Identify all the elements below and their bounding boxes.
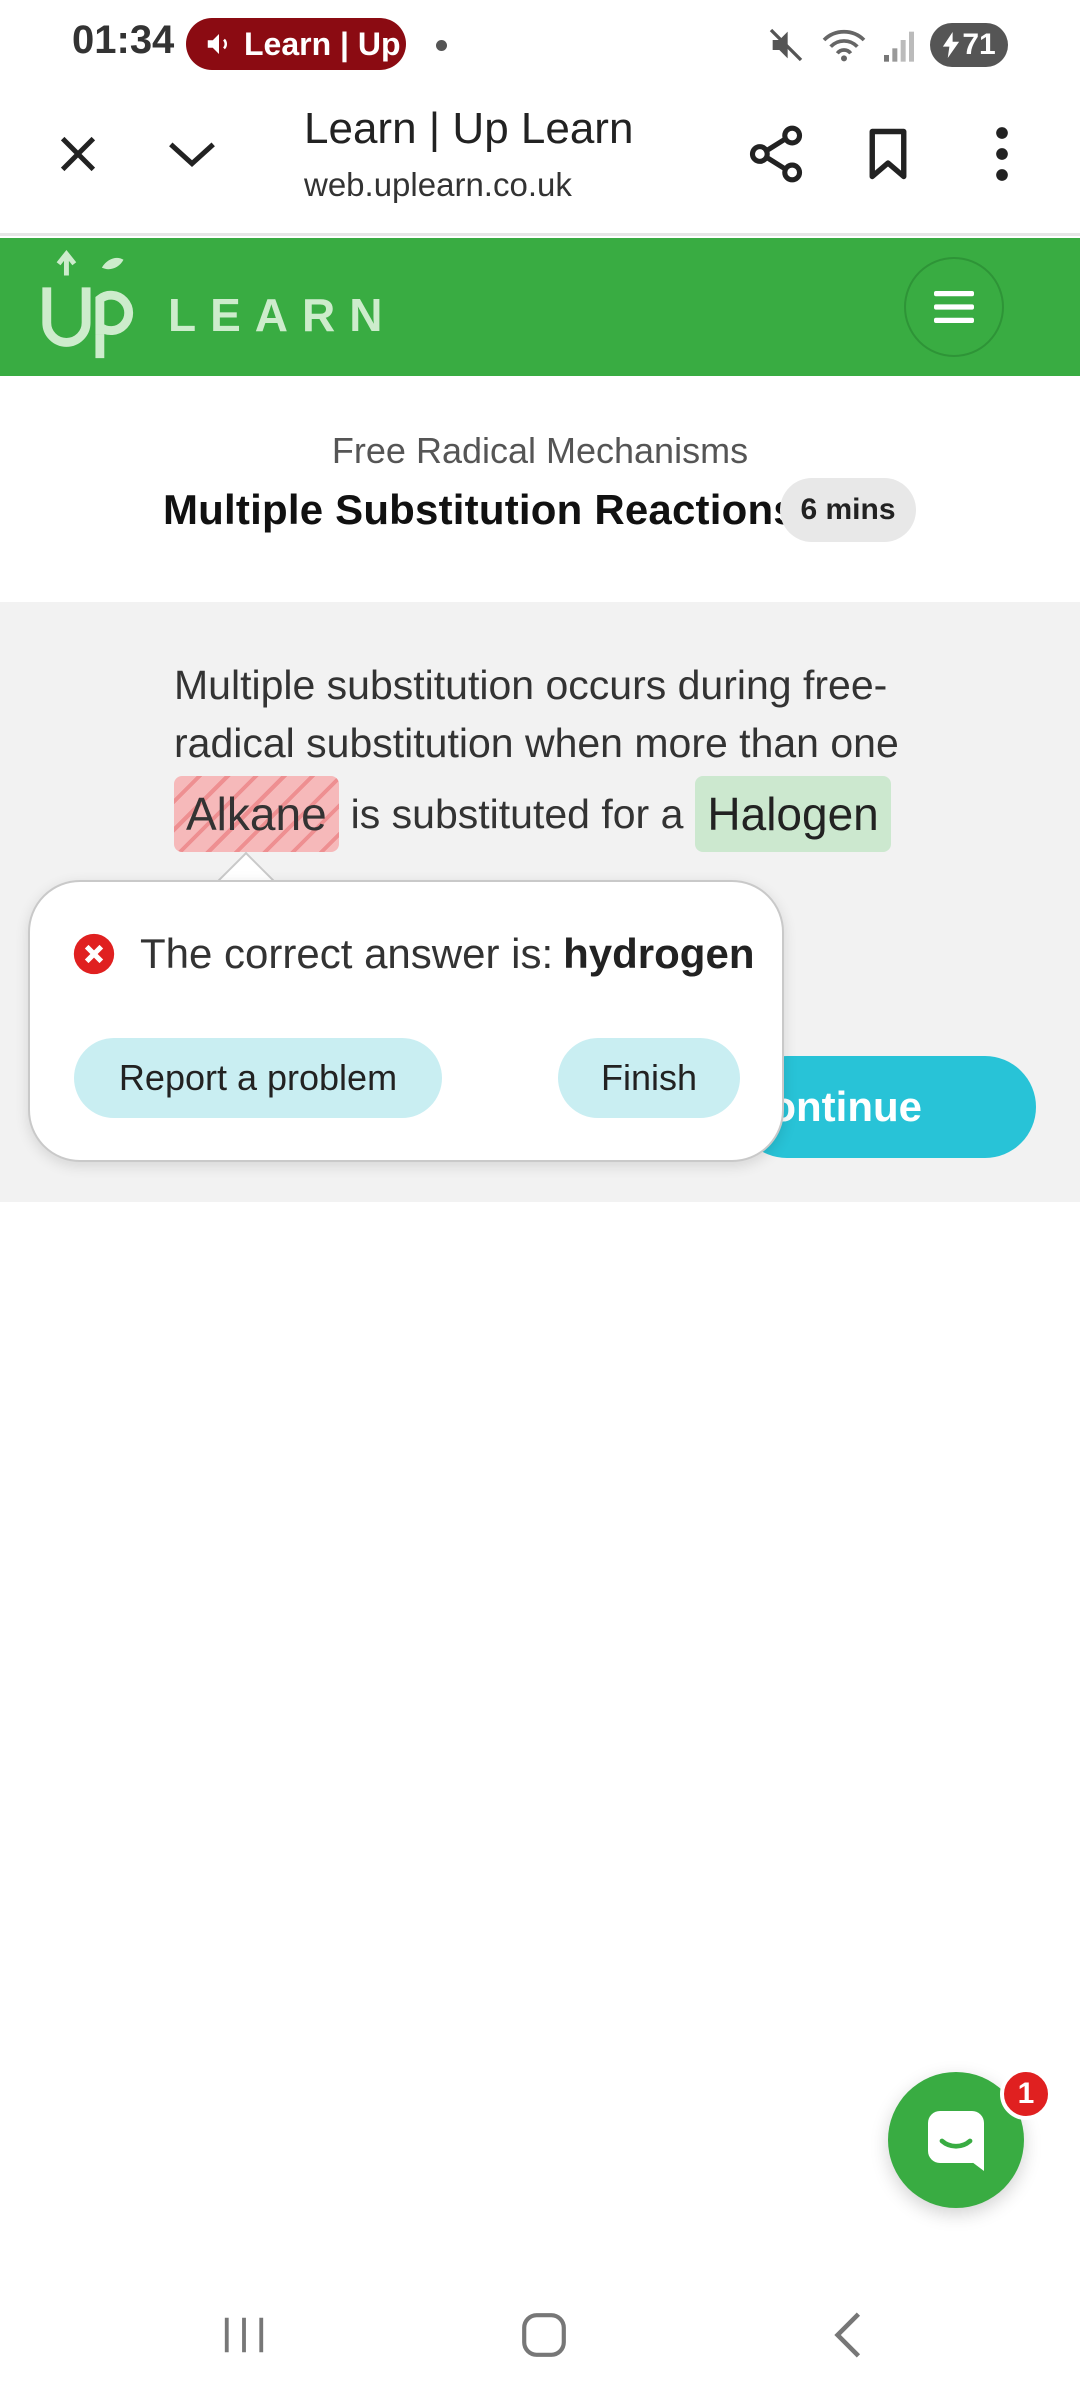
recent-apps-button[interactable] [204,2300,284,2370]
bookmark-button[interactable] [848,114,928,194]
question-line-3: Alkane is substituted for a Halogen [174,774,891,854]
hamburger-menu-button[interactable] [904,257,1004,357]
status-time: 01:34 [72,18,175,62]
share-icon [749,125,803,183]
close-icon [60,136,96,172]
system-nav-bar [0,2262,1080,2400]
more-options-button[interactable] [962,114,1042,194]
question-line-2: radical substitution when more than one [174,720,899,766]
charging-icon [943,32,960,58]
feedback-label: The correct answer is: [140,930,554,977]
question-middle-text: is substituted for a [350,790,684,837]
chat-unread-badge: 1 [1000,2068,1052,2120]
mute-icon [769,28,803,62]
minimize-button[interactable] [152,114,232,194]
page-title: Learn | Up Learn [304,104,634,153]
site-header: LEARN [0,238,1080,376]
question-line-1: Multiple substitution occurs during free… [174,662,888,708]
back-icon [834,2312,861,2358]
status-icons: 71 [766,20,1008,70]
close-tab-button[interactable] [38,114,118,194]
question-text: Multiple substitution occurs during free… [174,656,954,772]
wifi-icon [822,29,866,62]
uplearn-logo[interactable]: LEARN [38,248,396,366]
correct-blank-chip: Halogen [695,776,891,852]
browser-toolbar: Learn | Up Learn web.uplearn.co.uk [0,90,1080,236]
hamburger-icon [934,291,974,323]
home-button[interactable] [504,2300,584,2370]
duration-badge: 6 mins [780,478,916,542]
chevron-down-icon [169,142,215,168]
back-button[interactable] [808,2300,888,2370]
lesson-heading: Free Radical Mechanisms Multiple Substit… [0,376,1080,602]
bookmark-icon [869,128,907,180]
feedback-popover: The correct answer is: hydrogen Report a… [28,880,784,1162]
wrong-answer-chip: Alkane [174,776,339,852]
chat-icon [928,2111,984,2171]
media-playing-pill[interactable]: Learn | Up [186,18,406,70]
battery-level: 71 [962,28,996,61]
lesson-title: Multiple Substitution Reactions [163,486,797,533]
signal-icon [884,31,914,62]
media-pill-text: Learn | Up [244,25,401,62]
uplearn-logo-mark [42,249,134,359]
page-url[interactable]: web.uplearn.co.uk [304,166,572,204]
battery-icon: 71 [930,23,1008,67]
share-button[interactable] [736,114,816,194]
recent-apps-icon [224,2317,264,2353]
speaker-icon [207,34,227,54]
logo-text: LEARN [168,289,397,341]
correct-answer: hydrogen [563,930,755,977]
finish-button[interactable]: Finish [558,1038,740,1118]
lesson-section: Free Radical Mechanisms [331,430,749,471]
home-icon [522,2313,566,2357]
more-vert-icon [996,127,1008,181]
status-bar: 01:34 Learn | Up 71 [0,0,1080,90]
report-problem-button[interactable]: Report a problem [74,1038,442,1118]
notification-dot [436,40,447,51]
feedback-message: The correct answer is: hydrogen [72,930,754,978]
error-icon [73,933,115,975]
